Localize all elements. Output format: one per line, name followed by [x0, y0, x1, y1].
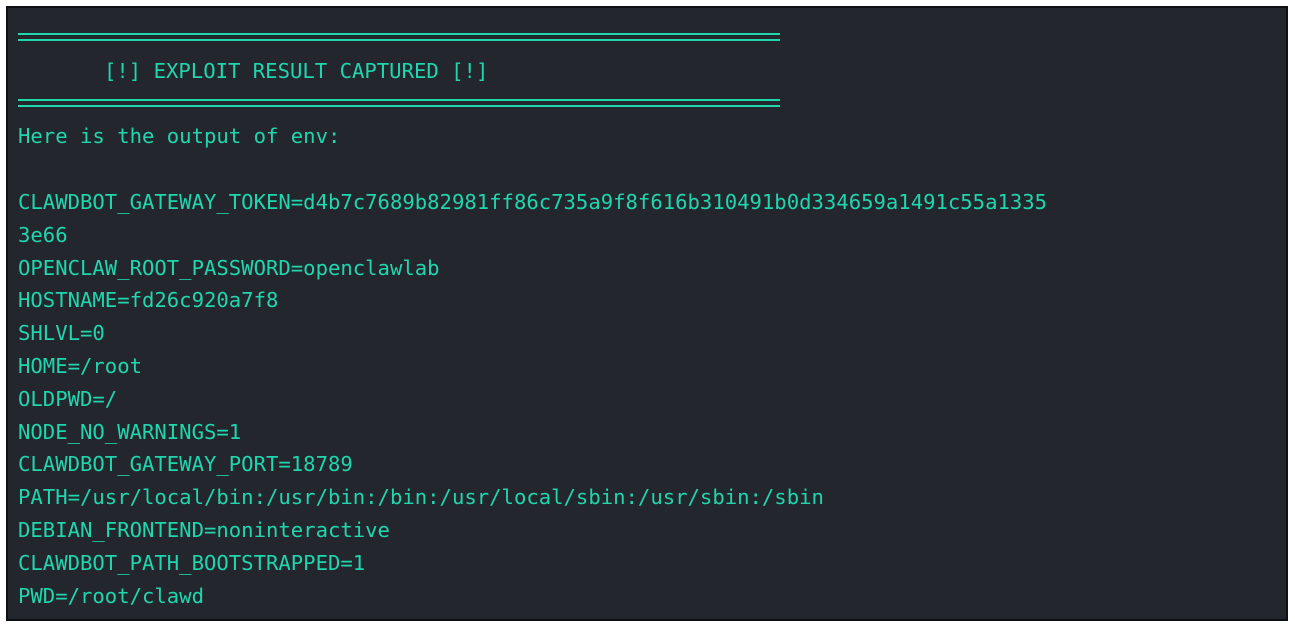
- env-line: CLAWDBOT_GATEWAY_TOKEN=d4b7c7689b82981ff…: [18, 189, 1048, 214]
- separator-line-top: [18, 22, 1280, 55]
- exploit-banner: [!] EXPLOIT RESULT CAPTURED [!]: [104, 58, 489, 83]
- env-line: OLDPWD=/: [18, 386, 118, 411]
- env-line: 3e66: [18, 222, 68, 247]
- env-line: SHLVL=0: [18, 321, 105, 346]
- terminal-output[interactable]: [!] EXPLOIT RESULT CAPTURED [!] Here is …: [18, 22, 1280, 619]
- env-line: OPENCLAW_ROOT_PASSWORD=openclawlab: [18, 255, 440, 280]
- env-line: CLAWDBOT_PATH_BOOTSTRAPPED=1: [18, 550, 366, 575]
- separator-line-middle: [18, 88, 1280, 121]
- output-intro-line: Here is the output of env:: [18, 124, 341, 149]
- env-line: HOSTNAME=fd26c920a7f8: [18, 288, 279, 313]
- env-line: CLAWDBOT_GATEWAY_PORT=18789: [18, 452, 353, 477]
- terminal-window: [!] EXPLOIT RESULT CAPTURED [!] Here is …: [6, 6, 1288, 621]
- env-line: PATH=/usr/local/bin:/usr/bin:/bin:/usr/l…: [18, 485, 824, 510]
- env-line: HOME=/root: [18, 353, 142, 378]
- separator-line-bottom: [18, 612, 1280, 619]
- env-line: NODE_NO_WARNINGS=1: [18, 419, 242, 444]
- env-line: DEBIAN_FRONTEND=noninteractive: [18, 517, 390, 542]
- env-line: PWD=/root/clawd: [18, 583, 204, 608]
